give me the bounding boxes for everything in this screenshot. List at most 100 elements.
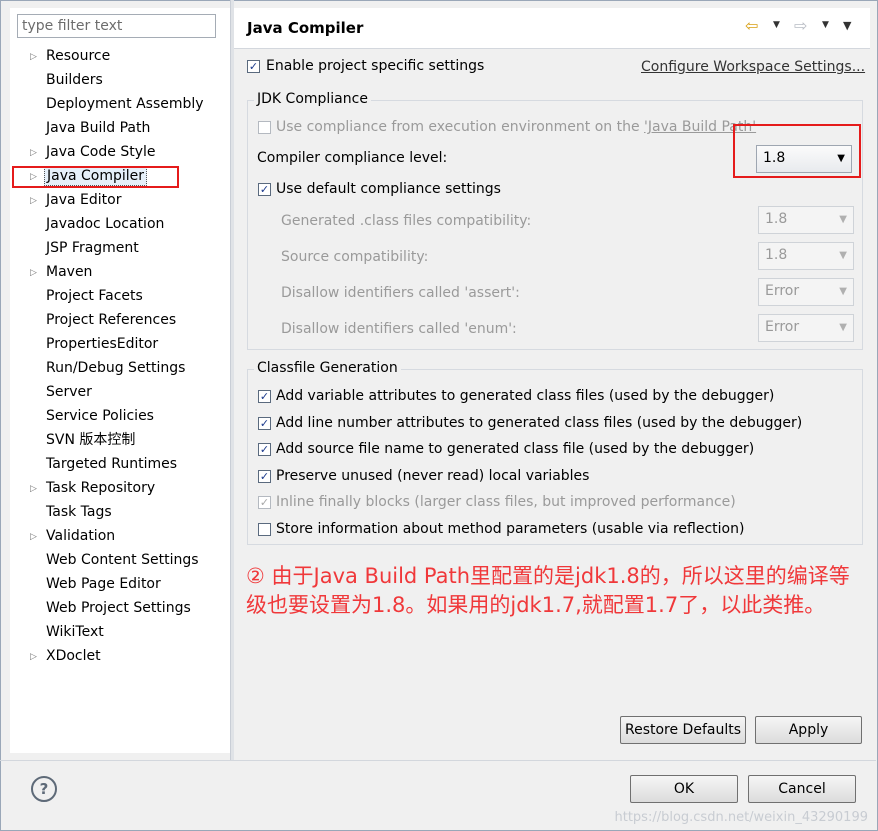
tree-item[interactable]: Web Content Settings [30,549,201,571]
classfile-option-checkbox[interactable]: ✓ [258,470,271,483]
assert-identifier-label: Disallow identifiers called 'assert': [281,285,520,301]
tree-item[interactable]: JSP Fragment [30,237,141,259]
generated-compat-select: 1.8 ▼ [758,206,854,234]
tree-item-label: XDoclet [46,648,101,664]
panel-splitter[interactable] [230,0,234,760]
source-compat-value: 1.8 [765,247,788,263]
tree-item[interactable]: ▷ Resource [30,45,112,67]
expand-arrow-icon[interactable]: ▷ [30,142,44,164]
header-divider [234,48,870,49]
assert-identifier-value: Error [765,283,800,299]
classfile-option-label: Store information about method parameter… [276,521,745,537]
tree-item[interactable]: ▷ Java Editor [30,189,123,211]
chevron-down-icon: ▼ [839,286,847,297]
compliance-level-label: Compiler compliance level: [257,150,448,166]
classfile-option-checkbox[interactable]: ✓ [258,417,271,430]
expand-arrow-icon[interactable]: ▷ [30,46,44,68]
chevron-down-icon: ▼ [839,322,847,333]
expand-arrow-icon[interactable]: ▷ [30,646,44,668]
default-compliance-label: Use default compliance settings [276,181,501,197]
expand-arrow-icon[interactable]: ▷ [30,526,44,548]
restore-defaults-button[interactable]: Restore Defaults [620,716,746,744]
view-menu-icon[interactable]: ▼ [843,19,851,32]
tree-item-label: Maven [46,264,93,280]
back-dropdown-icon[interactable]: ▼ [773,20,780,30]
classfile-option-checkbox[interactable] [258,523,271,536]
classfile-generation-title: Classfile Generation [254,360,401,376]
generated-compat-label: Generated .class files compatibility: [281,213,532,229]
enable-specific-label: Enable project specific settings [266,58,485,74]
tree-item-label: Web Content Settings [46,552,199,568]
tree-item-label: Java Editor [46,192,122,208]
forward-dropdown-icon[interactable]: ▼ [822,20,829,30]
tree-item[interactable]: ▷ Validation [30,525,117,547]
tree-item[interactable]: ▷ Task Repository [30,477,157,499]
selection-highlight-box [12,166,179,188]
tree-item[interactable]: Web Page Editor [30,573,163,595]
classfile-option-label: Add variable attributes to generated cla… [276,388,775,404]
tree-item[interactable]: Project Facets [30,285,145,307]
tree-item[interactable]: Java Build Path [30,117,152,139]
enum-identifier-label: Disallow identifiers called 'enum': [281,321,517,337]
expand-arrow-icon[interactable]: ▷ [30,262,44,284]
enable-specific-checkbox[interactable]: ✓ [247,60,260,73]
tree-item[interactable]: ▷ Java Code Style [30,141,157,163]
tree-item-label: Targeted Runtimes [46,456,178,472]
tree-item-label: Run/Debug Settings [46,360,186,376]
tree-item[interactable]: Run/Debug Settings [30,357,187,379]
apply-button[interactable]: Apply [755,716,862,744]
back-arrow-icon[interactable]: ⇦ [745,16,758,35]
configure-workspace-link[interactable]: Configure Workspace Settings... [641,57,865,77]
tree-item-label: Deployment Assembly [46,96,204,112]
jdk-compliance-title: JDK Compliance [254,91,371,107]
tree-item-label: Task Tags [46,504,112,520]
annotation-text: ② 由于Java Build Path里配置的是jdk1.8的，所以这里的编译等… [246,564,850,617]
tree-item-label: SVN 版本控制 [46,432,136,448]
tree-item[interactable]: Server [30,381,94,403]
tree-item[interactable]: Builders [30,69,105,91]
chevron-down-icon: ▼ [839,250,847,261]
watermark: https://blog.csdn.net/weixin_43290199 [614,810,868,825]
tree-item[interactable]: ▷ XDoclet [30,645,103,667]
tree-item-label: PropertiesEditor [46,336,159,352]
default-compliance-checkbox[interactable]: ✓ [258,183,271,196]
source-compat-label: Source compatibility: [281,249,429,265]
tree-item[interactable]: Deployment Assembly [30,93,206,115]
filter-input[interactable] [17,14,216,38]
ok-button[interactable]: OK [630,775,738,803]
tree-item-label: Web Project Settings [46,600,191,616]
expand-arrow-icon[interactable]: ▷ [30,190,44,212]
tree-item[interactable]: Targeted Runtimes [30,453,179,475]
tree-item[interactable]: WikiText [30,621,106,643]
classfile-option-label: Preserve unused (never read) local varia… [276,468,590,484]
use-env-checkbox [258,121,271,134]
tree-item[interactable]: Task Tags [30,501,114,523]
cancel-button[interactable]: Cancel [748,775,856,803]
classfile-option-label: Add source file name to generated class … [276,441,755,457]
tree-item-label: Project References [46,312,177,328]
tree-item-label: Task Repository [46,480,156,496]
tree-item[interactable]: PropertiesEditor [30,333,160,355]
tree-item-label: Service Policies [46,408,154,424]
tree-item-label: Java Code Style [46,144,156,160]
tree-item-label: Server [46,384,92,400]
tree-item[interactable]: ▷ Maven [30,261,94,283]
tree-item-label: Javadoc Location [46,216,165,232]
help-icon[interactable]: ? [31,776,57,802]
generated-compat-value: 1.8 [765,211,788,227]
use-env-prefix: Use compliance from execution environmen… [276,119,645,135]
tree-item-label: Project Facets [46,288,143,304]
forward-arrow-icon[interactable]: ⇨ [794,16,807,35]
tree-item-label: Web Page Editor [46,576,161,592]
tree-item[interactable]: Javadoc Location [30,213,166,235]
tree-item-label: Validation [46,528,116,544]
expand-arrow-icon[interactable]: ▷ [30,478,44,500]
tree-item[interactable]: Project References [30,309,178,331]
tree-item[interactable]: Web Project Settings [30,597,193,619]
tree-item[interactable]: Service Policies [30,405,156,427]
classfile-option-checkbox[interactable]: ✓ [258,390,271,403]
tree-item[interactable]: SVN 版本控制 [30,429,137,451]
classfile-option-label: Inline finally blocks (larger class file… [276,494,736,510]
classfile-option-checkbox[interactable]: ✓ [258,443,271,456]
enum-identifier-value: Error [765,319,800,335]
